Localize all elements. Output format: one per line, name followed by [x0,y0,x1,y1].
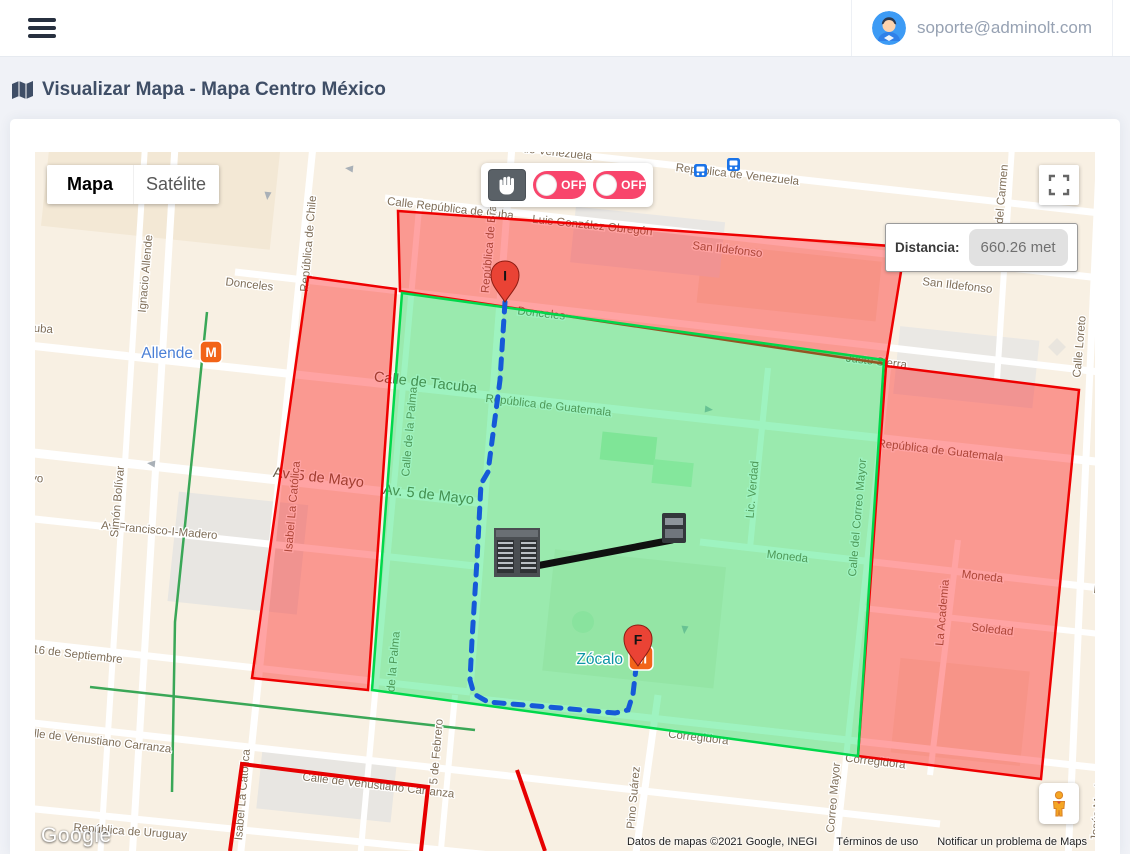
page-head: Visualizar Mapa - Mapa Centro México [0,57,1130,119]
toggle-label: OFF [621,178,646,192]
distance-label: Distancia: [895,240,960,255]
layer-toggle-2[interactable]: OFF [593,171,646,199]
hand-icon [496,174,518,196]
onu-device-icon[interactable] [662,513,686,543]
map-type-satellite-button[interactable]: Satélite [133,165,219,204]
topbar: soporte@adminolt.com [0,0,1130,57]
toggle-label: OFF [561,178,586,192]
map-attribution: Datos de mapas ©2021 Google, INEGI Térmi… [619,834,1095,850]
zone-center-green-overlay[interactable] [372,293,884,756]
pin-letter: F [634,632,643,648]
olt-device-icon[interactable] [494,528,540,577]
pin-letter: I [503,268,507,284]
user-avatar [872,11,906,45]
distance-input[interactable] [969,229,1068,266]
toggle-knob [596,174,617,196]
pan-tool-button[interactable] [488,169,526,201]
zone-east-red-overlay[interactable] [858,366,1079,779]
map-data-credit: Datos de mapas ©2021 Google, INEGI [627,836,817,848]
street-label: yo [35,473,44,486]
map-tools-panel: OFF OFF [481,163,653,207]
map-container[interactable]: de VenezuelaRepública de VenezuelaCalle … [35,152,1095,851]
hamburger-menu-icon[interactable] [28,18,56,38]
bus-stop-icon[interactable] [727,158,740,171]
pegman-icon [1048,791,1070,817]
report-problem-link[interactable]: Notificar un problema de Maps [937,836,1087,848]
map-type-map-button[interactable]: Mapa [47,165,133,204]
metro-icon-letter: M [205,345,216,360]
page-title: Visualizar Mapa - Mapa Centro México [42,79,386,101]
metro-station-label: Allende [141,345,193,362]
toggle-knob [536,174,557,196]
layer-toggle-1[interactable]: OFF [533,171,586,199]
user-menu[interactable]: soporte@adminolt.com [851,0,1113,56]
metro-station-label: Zócalo [576,651,623,668]
bus-stop-icon[interactable] [694,164,707,177]
user-email: soporte@adminolt.com [917,18,1092,38]
terms-link[interactable]: Términos de uso [836,836,918,848]
metro-station-allende[interactable]: M Allende [141,341,222,363]
google-logo[interactable]: Google [41,824,112,848]
fullscreen-button[interactable] [1039,165,1079,205]
pegman-button[interactable] [1039,783,1079,824]
street-label: acuba [35,322,54,336]
fullscreen-icon [1048,174,1070,196]
map-type-switch: Mapa Satélite [47,165,219,204]
map-card: de VenezuelaRepública de VenezuelaCalle … [10,119,1120,854]
distance-panel: Distancia: [885,223,1078,272]
map-book-icon [12,81,33,100]
